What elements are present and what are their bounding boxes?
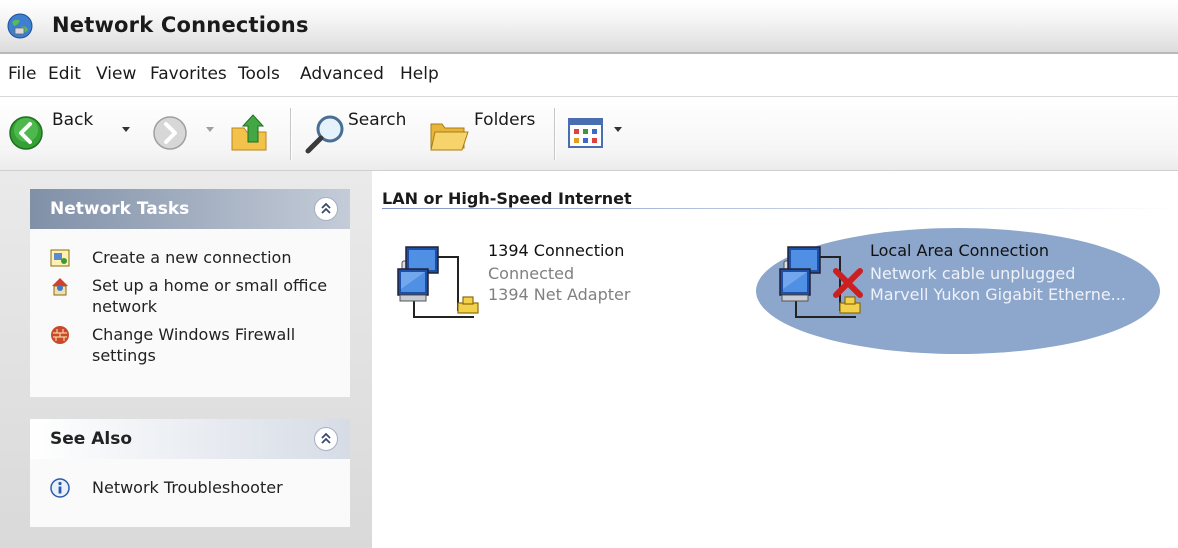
panel-title: See Also <box>50 429 133 449</box>
menu-view[interactable]: View <box>96 64 136 84</box>
link-label: Network Troubleshooter <box>92 478 283 497</box>
views-dropdown-arrow-icon[interactable] <box>614 127 622 132</box>
see-also-panel: See Also Network Troubleshooter <box>30 419 350 527</box>
task-firewall-settings[interactable]: Change Windows Firewall settings <box>30 324 350 366</box>
menu-help[interactable]: Help <box>400 64 439 84</box>
search-icon[interactable] <box>300 110 350 156</box>
network-disconnected-icon <box>779 246 863 318</box>
connection-status: Network cable unplugged <box>870 264 1076 283</box>
window-title: Network Connections <box>52 13 309 37</box>
chevron-up-icon <box>321 432 331 444</box>
folders-button[interactable]: Folders <box>474 110 535 130</box>
chevron-up-icon <box>321 202 331 214</box>
toolbar: Back Search Folders <box>0 98 1178 171</box>
search-button[interactable]: Search <box>348 110 406 130</box>
task-home-network[interactable]: Set up a home or small office network <box>30 275 350 317</box>
info-icon <box>50 478 70 498</box>
task-pane: Network Tasks Create a new connection Se… <box>0 171 372 548</box>
up-folder-icon[interactable] <box>226 110 274 156</box>
connections-view: LAN or High-Speed Internet 1394 Connecti… <box>372 171 1178 548</box>
task-label: Change Windows Firewall settings <box>92 325 296 365</box>
connection-name: 1394 Connection <box>488 241 625 260</box>
new-connection-icon <box>50 249 70 267</box>
group-divider <box>382 208 1178 209</box>
menu-tools[interactable]: Tools <box>238 64 280 84</box>
views-icon[interactable] <box>568 110 604 156</box>
link-network-troubleshooter[interactable]: Network Troubleshooter <box>30 477 350 498</box>
home-network-icon <box>52 278 68 296</box>
collapse-button[interactable] <box>314 427 338 451</box>
back-arrow-icon[interactable] <box>6 110 46 156</box>
connection-status: Connected <box>488 264 575 283</box>
folders-icon[interactable] <box>428 110 470 156</box>
network-connections-window: Network Connections File Edit View Favor… <box>0 0 1178 548</box>
forward-dropdown-arrow-icon[interactable] <box>206 127 214 132</box>
title-bar: Network Connections <box>0 0 1178 54</box>
network-tasks-panel: Network Tasks Create a new connection Se… <box>30 189 350 397</box>
network-connections-icon <box>7 13 33 39</box>
firewall-icon <box>51 326 69 344</box>
menu-favorites[interactable]: Favorites <box>150 64 227 84</box>
network-connection-icon <box>397 246 479 318</box>
connection-item-1394[interactable]: 1394 Connection Connected 1394 Net Adapt… <box>396 239 716 331</box>
connection-item-local-area[interactable]: Local Area Connection Network cable unpl… <box>778 239 1178 331</box>
connection-name: Local Area Connection <box>870 241 1049 260</box>
task-create-new-connection[interactable]: Create a new connection <box>30 247 350 268</box>
see-also-header[interactable]: See Also <box>30 419 350 459</box>
network-tasks-header[interactable]: Network Tasks <box>30 189 350 229</box>
menu-advanced[interactable]: Advanced <box>300 64 384 84</box>
task-label: Create a new connection <box>92 248 292 267</box>
toolbar-separator <box>290 108 291 160</box>
menu-file[interactable]: File <box>8 64 36 84</box>
group-header: LAN or High-Speed Internet <box>382 189 632 208</box>
menu-edit[interactable]: Edit <box>48 64 81 84</box>
collapse-button[interactable] <box>314 197 338 221</box>
forward-arrow-icon[interactable] <box>150 110 190 156</box>
task-label: Set up a home or small office network <box>92 276 328 316</box>
back-button[interactable]: Back <box>52 110 93 130</box>
menu-bar: File Edit View Favorites Tools Advanced … <box>0 54 1178 97</box>
panel-title: Network Tasks <box>50 199 190 219</box>
connection-device: Marvell Yukon Gigabit Etherne... <box>870 285 1126 304</box>
back-dropdown-arrow-icon[interactable] <box>122 127 130 132</box>
connection-device: 1394 Net Adapter <box>488 285 631 304</box>
toolbar-separator <box>554 108 555 160</box>
